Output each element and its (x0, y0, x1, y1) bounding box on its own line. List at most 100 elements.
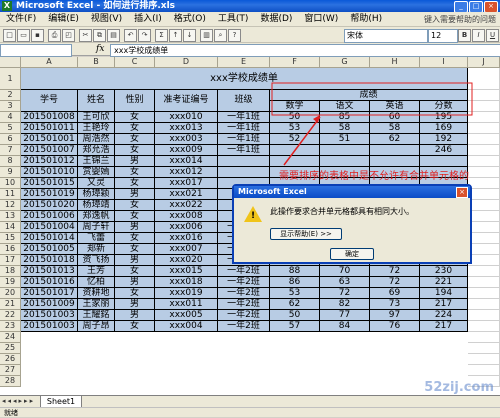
table-cell[interactable]: 王艳玲 (78, 123, 115, 134)
table-cell[interactable]: 76 (370, 321, 420, 332)
table-cell[interactable]: 王可欣 (78, 112, 115, 123)
table-cell[interactable]: 男 (115, 189, 155, 200)
underline-icon[interactable]: U (486, 29, 499, 42)
row-header[interactable]: 5 (0, 123, 21, 134)
column-header-F[interactable]: F (270, 57, 320, 68)
sum-icon[interactable]: Σ (155, 29, 168, 42)
row-header[interactable]: 22 (0, 310, 21, 321)
table-cell[interactable]: 女 (115, 167, 155, 178)
column-header-G[interactable]: G (320, 57, 370, 68)
table-cell[interactable]: 72 (370, 277, 420, 288)
cut-icon[interactable]: ✂ (79, 29, 92, 42)
table-cell[interactable]: 资耕地 (78, 288, 115, 299)
table-cell[interactable]: 201501009 (21, 299, 78, 310)
column-header-A[interactable]: A (21, 57, 78, 68)
row-header[interactable]: 21 (0, 299, 21, 310)
row-header[interactable]: 23 (0, 321, 21, 332)
table-cell[interactable]: 77 (320, 310, 370, 321)
table-cell[interactable]: 51 (320, 134, 370, 145)
help-question-box[interactable]: 键入需要帮助的问题 (424, 14, 496, 25)
zoom-icon[interactable]: ⌕ (214, 29, 227, 42)
table-cell[interactable]: 84 (320, 321, 370, 332)
header-total[interactable]: 分数 (420, 101, 468, 112)
menu-format[interactable]: 格式(O) (168, 12, 212, 27)
table-cell[interactable]: 201501018 (21, 255, 78, 266)
empty-cell[interactable] (468, 101, 500, 112)
table-cell[interactable]: xxx010 (155, 112, 218, 123)
formula-input[interactable]: xxx学校成绩单 (110, 44, 500, 57)
empty-cell[interactable] (468, 343, 500, 354)
table-cell[interactable]: 70 (320, 266, 370, 277)
column-header-H[interactable]: H (370, 57, 420, 68)
table-cell[interactable]: 53 (270, 288, 320, 299)
row-header[interactable]: 16 (0, 244, 21, 255)
table-cell[interactable]: 201501003 (21, 321, 78, 332)
table-cell[interactable]: 女 (115, 200, 155, 211)
header-english[interactable]: 英语 (370, 101, 420, 112)
table-cell[interactable] (218, 156, 270, 167)
table-cell[interactable]: 一年2班 (218, 310, 270, 321)
table-cell[interactable]: xxx016 (155, 233, 218, 244)
column-header-B[interactable]: B (78, 57, 115, 68)
table-cell[interactable]: xxx021 (155, 189, 218, 200)
table-cell[interactable]: xxx014 (155, 156, 218, 167)
column-header-E[interactable]: E (218, 57, 270, 68)
table-cell[interactable]: 169 (420, 123, 468, 134)
copy-icon[interactable]: ⧉ (93, 29, 106, 42)
table-cell[interactable]: 50 (270, 112, 320, 123)
table-cell[interactable]: 63 (320, 277, 370, 288)
table-cell[interactable] (420, 156, 468, 167)
empty-cell[interactable] (468, 145, 500, 156)
row-header[interactable]: 2 (0, 90, 21, 101)
table-cell[interactable]: 男 (115, 255, 155, 266)
table-cell[interactable]: 201501006 (21, 211, 78, 222)
table-cell[interactable]: 62 (270, 299, 320, 310)
table-cell[interactable] (270, 156, 320, 167)
table-cell[interactable]: 194 (420, 288, 468, 299)
table-cell[interactable]: 资飞扬 (78, 255, 115, 266)
row-header[interactable]: 20 (0, 288, 21, 299)
menu-help[interactable]: 帮助(H) (344, 12, 388, 27)
table-cell[interactable]: 一年2班 (218, 288, 270, 299)
empty-cell[interactable] (468, 200, 500, 211)
table-cell[interactable]: 女 (115, 112, 155, 123)
empty-cell[interactable] (468, 354, 500, 365)
table-cell[interactable]: 62 (370, 134, 420, 145)
table-cell[interactable]: 72 (320, 288, 370, 299)
ok-button[interactable]: 确定 (330, 248, 374, 260)
chart-icon[interactable]: ▥ (200, 29, 213, 42)
table-cell[interactable]: 女 (115, 134, 155, 145)
table-cell[interactable]: xxx006 (155, 222, 218, 233)
row-header[interactable]: 15 (0, 233, 21, 244)
table-cell[interactable]: 又灵 (78, 178, 115, 189)
table-cell[interactable]: 一年2班 (218, 277, 270, 288)
table-cell[interactable]: 201501007 (21, 145, 78, 156)
table-cell[interactable]: xxx008 (155, 211, 218, 222)
table-cell[interactable]: 201501017 (21, 288, 78, 299)
table-cell[interactable]: 221 (420, 277, 468, 288)
table-cell[interactable]: 69 (370, 288, 420, 299)
table-cell[interactable] (320, 156, 370, 167)
paste-icon[interactable]: ▤ (107, 29, 120, 42)
table-cell[interactable]: 男 (115, 299, 155, 310)
menu-tools[interactable]: 工具(T) (212, 12, 255, 27)
column-header-D[interactable]: D (155, 57, 218, 68)
table-cell[interactable]: 58 (370, 123, 420, 134)
row-header[interactable]: 19 (0, 277, 21, 288)
row-header[interactable]: 8 (0, 156, 21, 167)
table-cell[interactable]: 男 (115, 222, 155, 233)
table-cell[interactable]: 224 (420, 310, 468, 321)
header-math[interactable]: 数学 (270, 101, 320, 112)
table-cell[interactable]: 杨璋颖 (78, 189, 115, 200)
table-cell[interactable]: 女 (115, 178, 155, 189)
table-cell[interactable]: 88 (270, 266, 320, 277)
table-cell[interactable]: 女 (115, 233, 155, 244)
table-cell[interactable]: 王芳 (78, 266, 115, 277)
header-chinese[interactable]: 语文 (320, 101, 370, 112)
row-header[interactable]: 18 (0, 266, 21, 277)
table-cell[interactable]: 201501008 (21, 112, 78, 123)
table-cell[interactable]: 217 (420, 321, 468, 332)
empty-cell[interactable] (468, 299, 500, 310)
table-cell[interactable]: 201501020 (21, 200, 78, 211)
show-help-button[interactable]: 显示帮助(E) >> (270, 228, 342, 240)
